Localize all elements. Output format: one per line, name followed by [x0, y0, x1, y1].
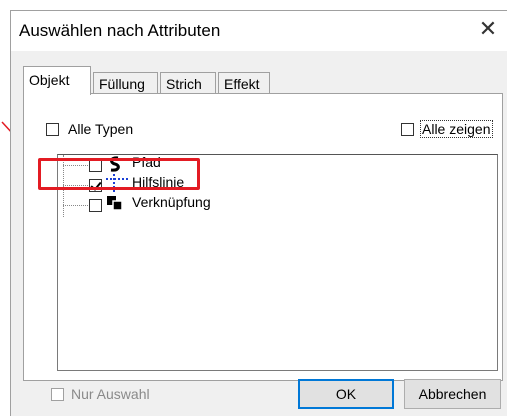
show-all-label: Alle zeigen [420, 120, 493, 138]
link-icon [107, 196, 123, 211]
close-icon[interactable]: ✕ [477, 17, 499, 41]
type-tree[interactable]: Pfad Hilfslinie Verknüpfung [57, 154, 498, 371]
tree-connector [63, 205, 88, 206]
all-types-checkbox[interactable] [46, 123, 59, 136]
show-all-checkbox[interactable] [401, 123, 414, 136]
tree-item-checkbox-verknuepfung[interactable] [89, 199, 102, 212]
cancel-button[interactable]: Abbrechen [404, 379, 501, 409]
tree-item-label-hilfslinie: Hilfslinie [132, 174, 185, 190]
dialog-title: Auswählen nach Attributen [19, 21, 221, 40]
guideline-icon [106, 174, 128, 192]
tree-connector [63, 165, 88, 166]
tree-item-label-pfad: Pfad [132, 154, 161, 170]
path-icon [110, 156, 120, 172]
ok-button[interactable]: OK [298, 379, 394, 409]
tree-item-checkbox-pfad[interactable] [89, 159, 102, 172]
tree-connector [63, 185, 88, 186]
dialog-window: Auswählen nach Attributen ✕ Objekt Füllu… [10, 10, 507, 416]
tree-item-checkbox-hilfslinie[interactable] [89, 179, 102, 192]
tree-item-label-verknuepfung: Verknüpfung [132, 194, 211, 210]
tab-panel-objekt: Alle Typen Alle zeigen Pfad Hilfslinie V… [23, 93, 503, 381]
tab-fuellung[interactable]: Füllung [93, 72, 158, 94]
tab-effekt[interactable]: Effekt [218, 72, 270, 94]
only-selection-checkbox[interactable] [51, 388, 64, 401]
tab-objekt[interactable]: Objekt [23, 66, 91, 95]
title-bar: Auswählen nach Attributen ✕ [11, 11, 507, 51]
all-types-label: Alle Typen [68, 121, 134, 137]
only-selection-label: Nur Auswahl [71, 386, 150, 402]
tab-strich[interactable]: Strich [160, 72, 216, 94]
